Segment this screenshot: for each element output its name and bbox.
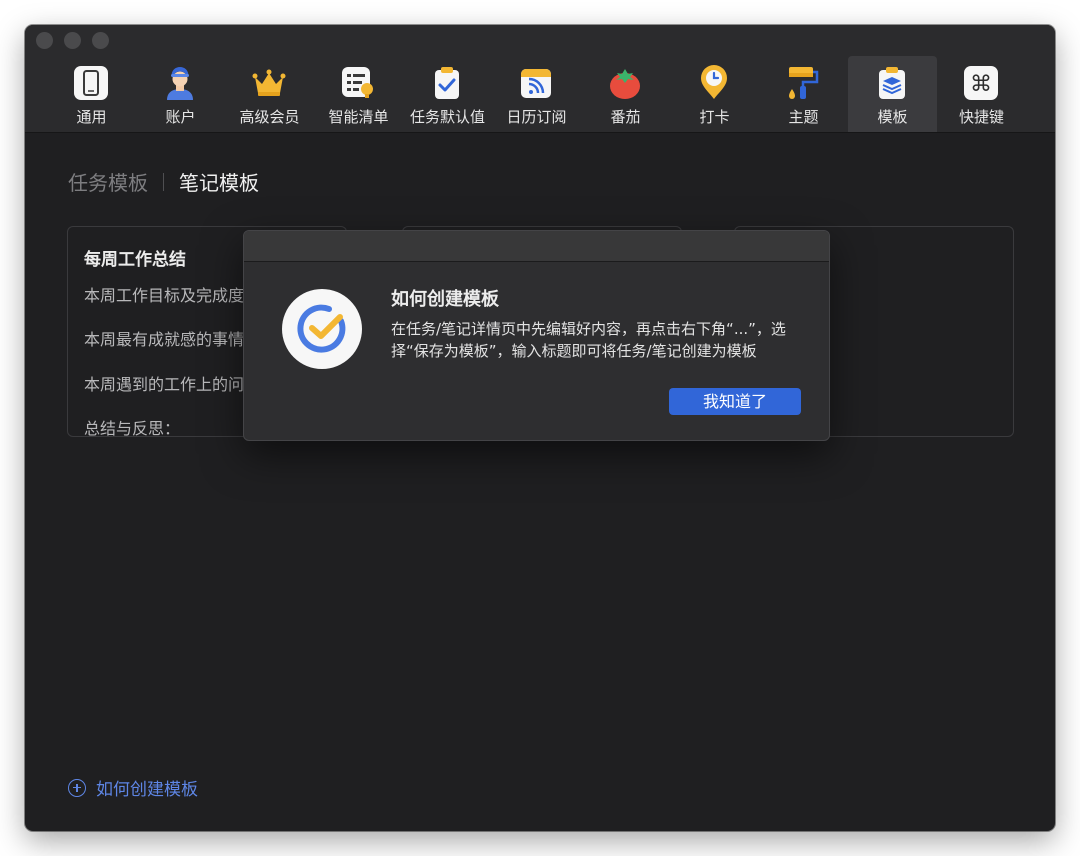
tab-shortcuts[interactable]: ⌘ 快捷键 bbox=[937, 56, 1026, 132]
dialog-title: 如何创建模板 bbox=[391, 289, 499, 310]
close-window-button[interactable] bbox=[36, 32, 53, 49]
add-circle-icon bbox=[68, 778, 86, 797]
tab-label: 番茄 bbox=[610, 108, 641, 126]
template-card-line: 本周工作目标及完成度： bbox=[84, 286, 261, 305]
tab-general[interactable]: 通用 bbox=[47, 56, 136, 132]
template-layers-icon bbox=[879, 67, 905, 99]
how-to-create-template-label: 如何创建模板 bbox=[96, 780, 198, 800]
tomato-icon bbox=[610, 69, 640, 99]
calendar-rss-icon bbox=[521, 69, 551, 98]
tab-label: 通用 bbox=[76, 108, 107, 126]
tab-account[interactable]: 账户 bbox=[136, 56, 225, 132]
segment-task-templates[interactable]: 任务模板 bbox=[68, 167, 148, 196]
tab-pomodoro[interactable]: 番茄 bbox=[581, 56, 670, 132]
ticktick-check-logo-icon bbox=[282, 289, 362, 369]
tab-templates[interactable]: 模板 bbox=[848, 56, 937, 132]
preferences-toolbar: 通用 账户 高级会员 智能清单 任务默认值 日历订阅 番茄 打卡 主题 模板 ⌘… bbox=[47, 56, 1026, 132]
svg-text:⌘: ⌘ bbox=[970, 72, 992, 97]
tab-label: 高级会员 bbox=[239, 108, 300, 126]
segment-divider bbox=[163, 172, 164, 191]
template-card-line: 总结与反思： bbox=[84, 419, 181, 438]
how-to-create-template-link[interactable]: 如何创建模板 bbox=[68, 775, 198, 800]
tab-smart-list[interactable]: 智能清单 bbox=[314, 56, 403, 132]
smart-list-icon bbox=[342, 67, 373, 98]
tab-task-defaults[interactable]: 任务默认值 bbox=[403, 56, 492, 132]
tab-label: 快捷键 bbox=[958, 108, 1004, 126]
tab-label: 智能清单 bbox=[328, 108, 389, 126]
dialog-title-bar bbox=[244, 231, 829, 262]
template-segment-control: 任务模板 笔记模板 bbox=[68, 167, 259, 196]
paint-roller-icon bbox=[789, 67, 819, 99]
tab-label: 主题 bbox=[788, 108, 819, 126]
tab-label: 日历订阅 bbox=[506, 108, 567, 126]
tab-premium[interactable]: 高级会员 bbox=[225, 56, 314, 132]
crown-icon bbox=[252, 69, 286, 96]
clipboard-check-icon bbox=[435, 67, 459, 99]
command-key-icon: ⌘ bbox=[964, 66, 998, 100]
segment-note-templates[interactable]: 笔记模板 bbox=[179, 167, 259, 196]
tab-check-in[interactable]: 打卡 bbox=[670, 56, 759, 132]
minimize-window-button[interactable] bbox=[64, 32, 81, 49]
tab-calendar-subscription[interactable]: 日历订阅 bbox=[492, 56, 581, 132]
tab-theme[interactable]: 主题 bbox=[759, 56, 848, 132]
got-it-button[interactable]: 我知道了 bbox=[669, 388, 801, 415]
clock-pin-icon bbox=[701, 65, 727, 99]
phone-device-icon bbox=[74, 66, 108, 100]
tab-label: 模板 bbox=[877, 108, 908, 126]
template-card-title: 每周工作总结 bbox=[84, 250, 186, 270]
tab-label: 任务默认值 bbox=[409, 108, 485, 126]
tab-label: 打卡 bbox=[699, 108, 730, 126]
how-to-create-template-dialog: 如何创建模板 在任务/笔记详情页中先编辑好内容，再点击右下角“...”，选择“保… bbox=[243, 230, 830, 441]
template-card-line: 本周最有成就感的事情： bbox=[84, 330, 261, 349]
user-avatar-icon bbox=[167, 67, 193, 100]
toolbar-area: 通用 账户 高级会员 智能清单 任务默认值 日历订阅 番茄 打卡 主题 模板 ⌘… bbox=[25, 25, 1055, 133]
tab-label: 账户 bbox=[165, 108, 196, 126]
zoom-window-button[interactable] bbox=[92, 32, 109, 49]
dialog-message: 在任务/笔记详情页中先编辑好内容，再点击右下角“...”，选择“保存为模板”，输… bbox=[391, 320, 786, 360]
